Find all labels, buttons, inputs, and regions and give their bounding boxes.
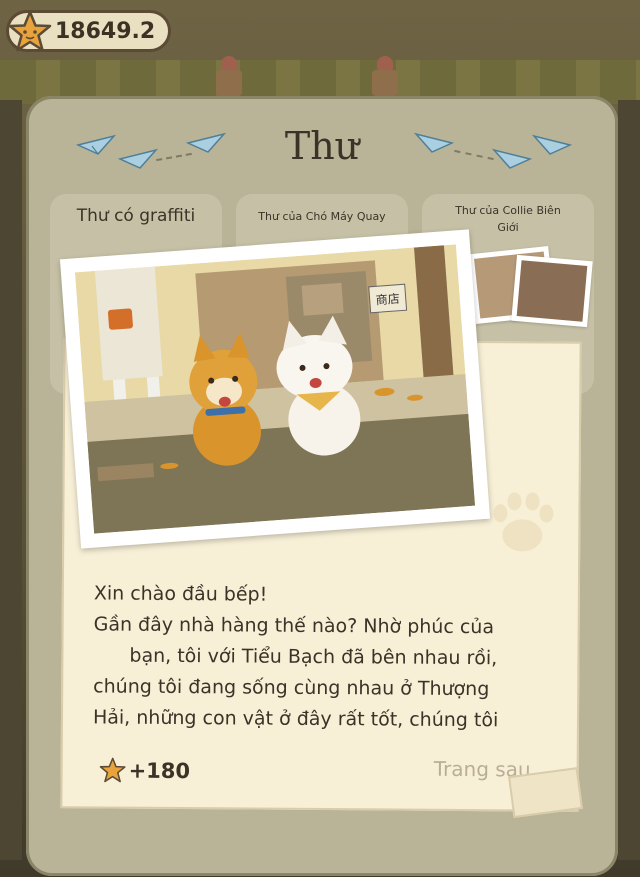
heart-post-icon xyxy=(372,70,398,96)
paper-plane-icon xyxy=(76,134,116,155)
scene-left-edge xyxy=(0,100,22,860)
paw-print-icon xyxy=(493,492,554,552)
heart-post-icon xyxy=(216,70,242,96)
letter-line: chúng tôi đang sống cùng nhau ở Thượng xyxy=(93,675,490,701)
star-coin-icon xyxy=(99,757,126,783)
dogs-photo-image: 商店 xyxy=(74,244,476,534)
letter-photo: 商店 xyxy=(59,229,491,549)
shop-sign-text: 商店 xyxy=(375,291,400,308)
reward-value: +180 xyxy=(128,758,191,784)
paper-plane-icon xyxy=(492,148,532,169)
star-coin-icon xyxy=(8,10,52,52)
scene-right-edge xyxy=(618,100,640,860)
page-curl xyxy=(508,767,583,819)
coin-value: 18649.2 xyxy=(55,19,156,44)
paper-plane-icon xyxy=(532,134,572,155)
card-photo-thumbnail xyxy=(511,254,593,328)
paper-plane-icon xyxy=(186,132,226,153)
paper-plane-icon xyxy=(118,148,158,169)
letter-line: Hải, những con vật ở đây rất tốt, chúng … xyxy=(92,706,499,732)
letter-line: bạn, tôi với Tiểu Bạch đã bên nhau rồi, xyxy=(129,644,498,670)
coin-counter: 18649.2 xyxy=(6,10,171,52)
letter-text: Xin chào đầu bếp! Gần đây nhà hàng thế n… xyxy=(93,578,564,736)
letter-line: Xin chào đầu bếp! xyxy=(93,582,268,606)
letter-card-label: Thư của Chó Máy Quay xyxy=(258,210,386,223)
letter-card-label: Thư có graffiti xyxy=(76,206,196,226)
letter-line: Gần đây nhà hàng thế nào? Nhờ phúc của xyxy=(93,613,495,639)
paper-plane-icon xyxy=(414,132,454,153)
